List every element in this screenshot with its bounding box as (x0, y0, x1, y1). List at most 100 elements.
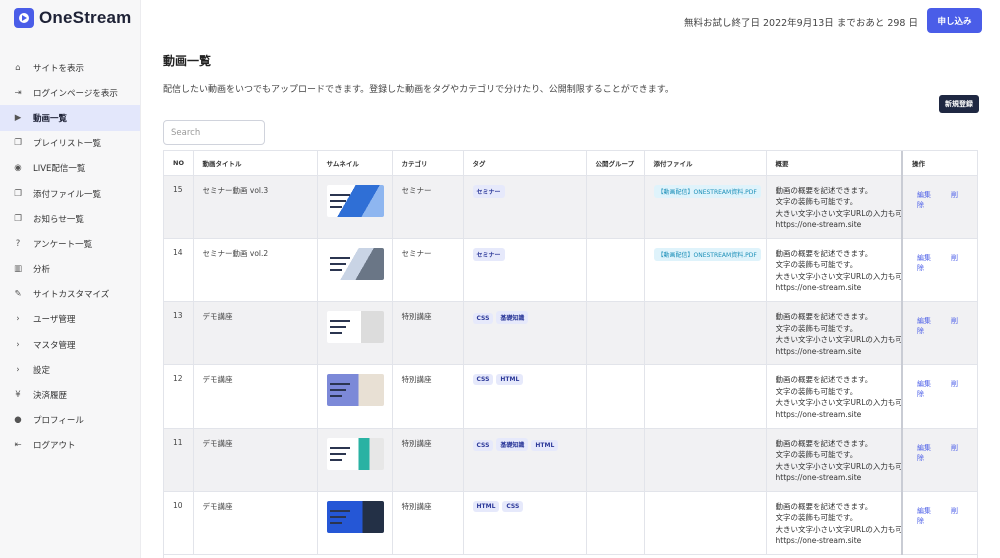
column-header: カテゴリ (392, 151, 464, 176)
row-number: 13 (164, 301, 194, 366)
video-title[interactable]: デモ講座 (193, 428, 318, 492)
sidebar-item-label: 決済履歴 (33, 391, 68, 402)
video-thumbnail[interactable] (326, 247, 384, 280)
playlist-icon: ❐ (14, 138, 22, 149)
summary-cell: 動画の概要を記述できます。 文字の装飾も可能です。 大きい文字小さい文字URLの入力… (766, 364, 903, 429)
sidebar-item-label: マスタ管理 (33, 340, 76, 351)
thumbnail-cell (317, 428, 393, 492)
sidebar-item-label: サイトカスタマイズ (33, 290, 110, 301)
video-title[interactable]: セミナー動画 vol.3 (193, 175, 318, 239)
column-header: 操作 (901, 151, 977, 176)
thumbnail-text-line (329, 320, 350, 323)
video-icon: ▶ (14, 112, 22, 123)
search-input[interactable] (163, 120, 265, 145)
summary-line: 動画の概要を記述できます。 (775, 438, 873, 448)
sidebar-item[interactable]: › ユーザ管理 (0, 307, 140, 332)
sidebar-item[interactable]: ▶ 動画一覧 (0, 105, 140, 131)
summary-line: 大きい文字小さい文字URLの入力も可能です (775, 461, 902, 471)
video-title[interactable]: デモ講座 (193, 301, 318, 366)
tag-badge: HTML (496, 374, 524, 386)
tags-cell: セミナー (463, 238, 587, 303)
sidebar-item[interactable]: ❐ 添付ファイル一覧 (0, 181, 140, 206)
edit-button[interactable]: 編集 (917, 254, 931, 262)
sidebar-item[interactable]: › 設定 (0, 357, 140, 382)
edit-button[interactable]: 編集 (917, 191, 931, 199)
video-thumbnail[interactable] (326, 500, 384, 533)
summary-cell: 動画の概要を記述できます。 文字の装飾も可能です。 大きい文字小さい文字URLの入力… (766, 301, 903, 366)
tags-cell: HTML CSS (463, 491, 587, 556)
login-icon: ⇥ (14, 87, 22, 98)
tag-badge: CSS (472, 374, 494, 386)
logo[interactable]: OneStream (14, 8, 132, 28)
edit-button[interactable]: 編集 (917, 507, 931, 515)
yen-icon: ¥ (15, 390, 21, 401)
sidebar-item[interactable]: ● プロフィール (0, 408, 140, 433)
table-header: NO 動画タイトル サムネイル カテゴリ タグ 公開グループ 添付ファイル 概要 操作 (164, 151, 977, 176)
summary-line: 大きい文字小さい文字URLの入力も可能です (775, 271, 902, 281)
tags-cell: CSS HTML (463, 364, 587, 429)
trial-status: 無料お試し終了日 2022年9月13日 までおあと 298 日 (683, 18, 918, 29)
tags-cell: CSS 基礎知識 HTML (463, 428, 587, 492)
summary-line: 文字の装飾も可能です。 (775, 260, 858, 270)
sidebar-item[interactable]: ❐ プレイリスト一覧 (0, 131, 140, 156)
sidebar-item-label: 設定 (33, 365, 51, 376)
attachment-cell (644, 491, 767, 556)
summary-line: https://one-stream.site (775, 536, 862, 546)
apply-button[interactable]: 申し込み (927, 8, 982, 33)
attachment-badge[interactable]: 【動画配信】ONESTREAM資料.PDF (653, 247, 761, 261)
video-title[interactable]: デモ講座 (193, 364, 318, 429)
thumbnail-cell (317, 175, 393, 239)
video-title[interactable]: デモ講座 (193, 491, 318, 556)
sidebar-item[interactable]: ❐ お知らせ一覧 (0, 206, 140, 231)
row-number: 11 (164, 428, 194, 492)
actions-cell: 編集 削除 (901, 364, 977, 429)
edit-button[interactable]: 編集 (917, 444, 931, 452)
video-thumbnail[interactable] (326, 374, 384, 407)
summary-cell: 動画の概要を記述できます。 文字の装飾も可能です。 大きい文字小さい文字URLの入力… (766, 238, 903, 303)
sidebar-item[interactable]: ▥ 分析 (0, 257, 140, 282)
video-thumbnail[interactable] (326, 437, 384, 470)
thumbnail-text-line (329, 262, 346, 265)
sidebar-item[interactable]: ⇥ ログインページを表示 (0, 80, 140, 105)
thumbnail-cell (317, 491, 393, 556)
publish-group (586, 301, 645, 366)
video-title[interactable]: セミナー動画 vol.2 (193, 238, 318, 303)
chevron-right-icon: › (16, 314, 20, 325)
column-header: 添付ファイル (644, 151, 767, 176)
sidebar-item[interactable]: ⇤ ログアウト (0, 433, 140, 458)
table-row: 15 セミナー動画 vol.3 セミナー セミナー 【動画配信】ONESTREAM資料.… (164, 175, 977, 239)
attachment-badge[interactable]: 【動画配信】ONESTREAM資料.PDF (653, 184, 761, 198)
sidebar-item[interactable]: ¥ 決済履歴 (0, 382, 140, 407)
thumbnail-text-line (329, 521, 342, 524)
sidebar-item[interactable]: › マスタ管理 (0, 332, 140, 357)
thumbnail-text-line (329, 332, 342, 335)
summary-cell: 動画の概要を記述できます。 文字の装飾も可能です。 大きい文字小さい文字URLの入力… (766, 175, 903, 239)
table-row: 13 デモ講座 特別講座 CSS 基礎知識 動画の概要を記述できます。 文字の装飾も可能です… (164, 301, 977, 366)
sidebar-item[interactable]: ⌂ サイトを表示 (0, 55, 140, 80)
page-title: 動画一覧 (163, 54, 212, 68)
edit-button[interactable]: 編集 (917, 380, 931, 388)
thumbnail-text-line (329, 395, 342, 398)
column-header: 動画タイトル (193, 151, 318, 176)
attachment-icon: ❐ (14, 188, 22, 199)
video-thumbnail[interactable] (326, 184, 384, 217)
video-thumbnail[interactable] (326, 311, 384, 344)
edit-button[interactable]: 編集 (917, 317, 931, 325)
attachment-cell (644, 428, 767, 492)
category: セミナー (392, 238, 464, 303)
sidebar-item[interactable]: ✎ サイトカスタマイズ (0, 282, 140, 307)
thumbnail-text-line (329, 193, 350, 196)
category: 特別講座 (392, 428, 464, 492)
sidebar-item[interactable]: ? アンケート一覧 (0, 231, 140, 256)
sidebar-item-label: LIVE配信一覧 (33, 164, 86, 175)
actions-cell: 編集 削除 (901, 491, 977, 556)
new-register-button[interactable]: 新規登録 (939, 95, 979, 113)
thumbnail-cell (317, 238, 393, 303)
summary-line: 大きい文字小さい文字URLの入力も可能です (775, 398, 902, 408)
video-table: NO 動画タイトル サムネイル カテゴリ タグ 公開グループ 添付ファイル 概要 操作 15 セミ… (163, 150, 978, 558)
summary-cell: 動画の概要を記述できます。 文字の装飾も可能です。 大きい文字小さい文字URLの入力… (766, 491, 903, 556)
table-row: 12 デモ講座 特別講座 CSS HTML 動画の概要を記述できます。 文字の装飾も可能です… (164, 364, 977, 429)
summary-line: 動画の概要を記述できます。 (775, 312, 873, 322)
sidebar-item[interactable]: ◉ LIVE配信一覧 (0, 156, 140, 181)
actions-cell: 編集 削除 (901, 428, 977, 492)
